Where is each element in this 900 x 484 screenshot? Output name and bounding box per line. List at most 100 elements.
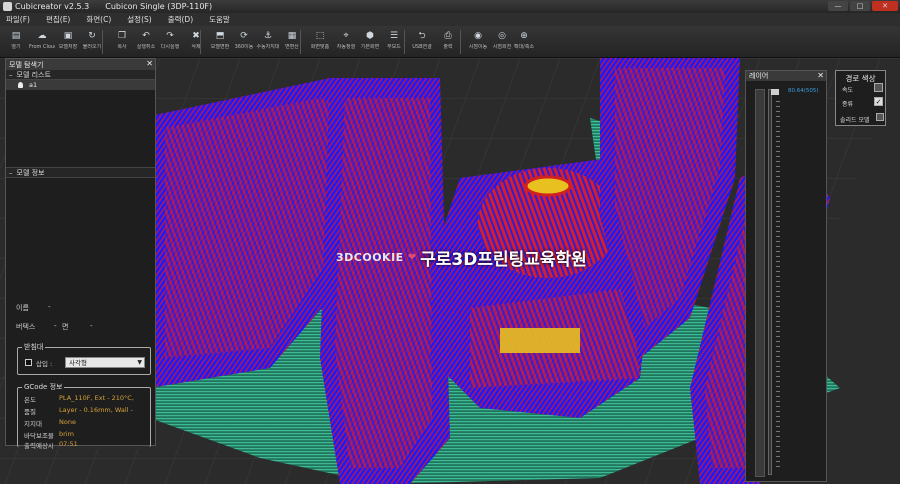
toolbar-button-zoom[interactable]: ⊕ 확대/축소 xyxy=(512,28,536,56)
toolbar-button-support[interactable]: ⚓ 수동지지대 xyxy=(256,28,280,56)
toolbar-button-label: 모델변환 xyxy=(210,44,230,50)
toolbar-button-print[interactable]: ⎙ 출력 xyxy=(436,28,460,56)
camera-rotate-icon: ◎ xyxy=(498,31,506,41)
toolbar-button-camera[interactable]: ◉ 시점이동 xyxy=(466,28,490,56)
menu-view[interactable]: 화면(C) xyxy=(86,14,111,25)
type-label: 종류 xyxy=(842,101,854,108)
close-icon[interactable]: ✕ xyxy=(817,71,824,80)
gcode-info-group: GCode 정보 온도 PLA_110F, Ext - 210°C, 품질 La… xyxy=(17,382,151,450)
toolbar-button-fit[interactable]: ⬚ 화면맞춤 xyxy=(308,28,332,56)
toolbar-button-layer[interactable]: ☰ 부모드 xyxy=(382,28,406,56)
cloud-icon: ☁ xyxy=(37,31,47,41)
name-label: 이름 xyxy=(16,304,29,312)
cube-icon: ⬢ xyxy=(366,31,374,41)
close-window-button[interactable]: ✕ xyxy=(872,1,898,11)
toolbar-button-label: 모델저장 xyxy=(58,44,78,50)
insert-checkbox[interactable] xyxy=(25,359,32,366)
maximize-button[interactable]: □ xyxy=(850,1,870,11)
menu-print[interactable]: 출력(D) xyxy=(168,14,193,25)
toolbar-button-delete[interactable]: ✖ 삭제 xyxy=(184,28,208,56)
solid-model-label: 솔리드 모델 xyxy=(840,117,870,124)
toolbar-button-redo[interactable]: ↷ 다시실행 xyxy=(158,28,182,56)
layer-panel-title: 레이어 ✕ xyxy=(746,71,826,81)
mount-legend: 받침대 xyxy=(22,342,46,352)
print-icon: ⎙ xyxy=(444,31,452,41)
toolbar-button-convert[interactable]: ⬒ 모델변환 xyxy=(208,28,232,56)
bulb-icon[interactable] xyxy=(18,82,23,88)
menu-edit[interactable]: 편집(E) xyxy=(46,14,70,25)
menu-file[interactable]: 파일(F) xyxy=(6,14,30,25)
close-icon[interactable]: ✕ xyxy=(146,59,153,68)
toolbar-button-folder[interactable]: ▤ 열기 xyxy=(4,28,28,56)
layer-slider-track[interactable] xyxy=(768,89,772,475)
insert-label: 삽입 : xyxy=(36,360,53,368)
toolbar-button-label: 확대/축소 xyxy=(513,44,535,50)
toolbar-button-label: USB연결 xyxy=(412,44,432,50)
face-icon: ▦ xyxy=(287,31,297,41)
model-list-area[interactable] xyxy=(6,90,155,168)
collapse-icon[interactable]: – xyxy=(9,169,13,177)
title-bar: Cubicreator v2.5.3 Cubicon Single (3DP-1… xyxy=(0,0,900,13)
minimize-button[interactable]: — xyxy=(828,1,848,11)
temp-value: PLA_110F, Ext - 210°C, xyxy=(59,394,134,402)
type-checkbox[interactable]: ✓ xyxy=(874,97,883,106)
model-info-section[interactable]: – 모델 정보 xyxy=(6,168,155,178)
face-label: 면 xyxy=(62,323,69,331)
support-value: None xyxy=(59,418,76,426)
toolbar-button-label: 화면맞춤 xyxy=(310,44,330,50)
document-title: Cubicon Single (3DP-110F) xyxy=(105,2,213,11)
menu-settings[interactable]: 설정(S) xyxy=(127,14,151,25)
model-list-section[interactable]: – 모델 리스트 xyxy=(6,70,155,80)
chevron-down-icon: ▼ xyxy=(137,359,142,366)
layer-panel-title-text: 레이어 xyxy=(749,72,769,80)
watermark: 3DCOOKIE ❤ 구로3D프린팅교육학원 xyxy=(336,245,587,270)
toolbar-button-rotate[interactable]: ⟳ 360이동 xyxy=(232,28,256,56)
toolbar-button-camera-rotate[interactable]: ◎ 시점회전 xyxy=(490,28,514,56)
model-name: a1 xyxy=(29,81,38,89)
camera-icon: ◉ xyxy=(474,31,482,41)
toolbar-button-save[interactable]: ▣ 모델저장 xyxy=(56,28,80,56)
layer-icon: ☰ xyxy=(389,31,399,41)
mount-shape-value: 사각형 xyxy=(69,359,87,367)
mount-group: 받침대 삽입 : 사각형 ▼ xyxy=(17,342,151,375)
toolbar-button-label: 시점이동 xyxy=(468,44,488,50)
mount-shape-select[interactable]: 사각형 ▼ xyxy=(65,357,145,368)
toolbar-button-undo[interactable]: ↶ 실행취소 xyxy=(134,28,158,56)
watermark-brand: 3DCOOKIE xyxy=(336,251,404,264)
quality-value: Layer - 0.16mm, Wall - xyxy=(59,406,133,414)
model-list-section-label: 모델 리스트 xyxy=(16,70,51,79)
layer-value: 80.64(505) xyxy=(788,88,819,94)
time-value: 07:51 xyxy=(59,440,78,448)
watermark-text: 구로3D프린팅교육학원 xyxy=(420,250,587,270)
layer-range-bar[interactable] xyxy=(755,89,765,477)
toolbar: ▤ 열기 ☁ From Cloud ▣ 모델저장 ↻ 불러오기 ❐ 복사 ↶ 실행취소 ↷ 다시실행 ✖ 삭제… xyxy=(0,26,900,58)
toolbar-button-align[interactable]: ⌖ 자동정렬 xyxy=(334,28,358,56)
menu-help[interactable]: 도움말 xyxy=(209,14,230,25)
toolbar-button-cloud[interactable]: ☁ From Cloud xyxy=(29,28,55,56)
align-icon: ⌖ xyxy=(343,31,349,41)
speed-label: 속도 xyxy=(842,87,854,94)
toolbar-button-reload[interactable]: ↻ 불러오기 xyxy=(80,28,104,56)
save-icon: ▣ xyxy=(63,31,73,41)
speed-checkbox[interactable] xyxy=(874,83,883,92)
toolbar-button-usb[interactable]: ⮌ USB연결 xyxy=(410,28,434,56)
model-info-section-label: 모델 정보 xyxy=(16,168,45,177)
toolbar-button-label: 다시실행 xyxy=(160,44,180,50)
collapse-icon[interactable]: – xyxy=(9,71,13,79)
rotate-icon: ⟳ xyxy=(240,31,248,41)
heart-icon: ❤ xyxy=(407,252,417,263)
toolbar-separator xyxy=(300,30,301,54)
support-icon: ⚓ xyxy=(263,31,273,41)
convert-icon: ⬒ xyxy=(215,31,225,41)
toolbar-button-copy[interactable]: ❐ 복사 xyxy=(110,28,134,56)
fit-icon: ⬚ xyxy=(315,31,325,41)
toolbar-button-cube[interactable]: ⬢ 기본화면 xyxy=(358,28,382,56)
list-item[interactable]: a1 xyxy=(6,80,155,90)
layer-panel: 레이어 ✕ 80.64(505) xyxy=(745,70,827,482)
layer-slider-thumb[interactable] xyxy=(771,89,779,95)
quality-label: 품질 xyxy=(24,408,36,416)
app-title: Cubicreator v2.5.3 xyxy=(15,2,90,11)
vertex-value: - xyxy=(54,322,57,330)
solid-model-checkbox[interactable] xyxy=(876,113,884,121)
toolbar-button-label: 출력 xyxy=(443,44,453,50)
